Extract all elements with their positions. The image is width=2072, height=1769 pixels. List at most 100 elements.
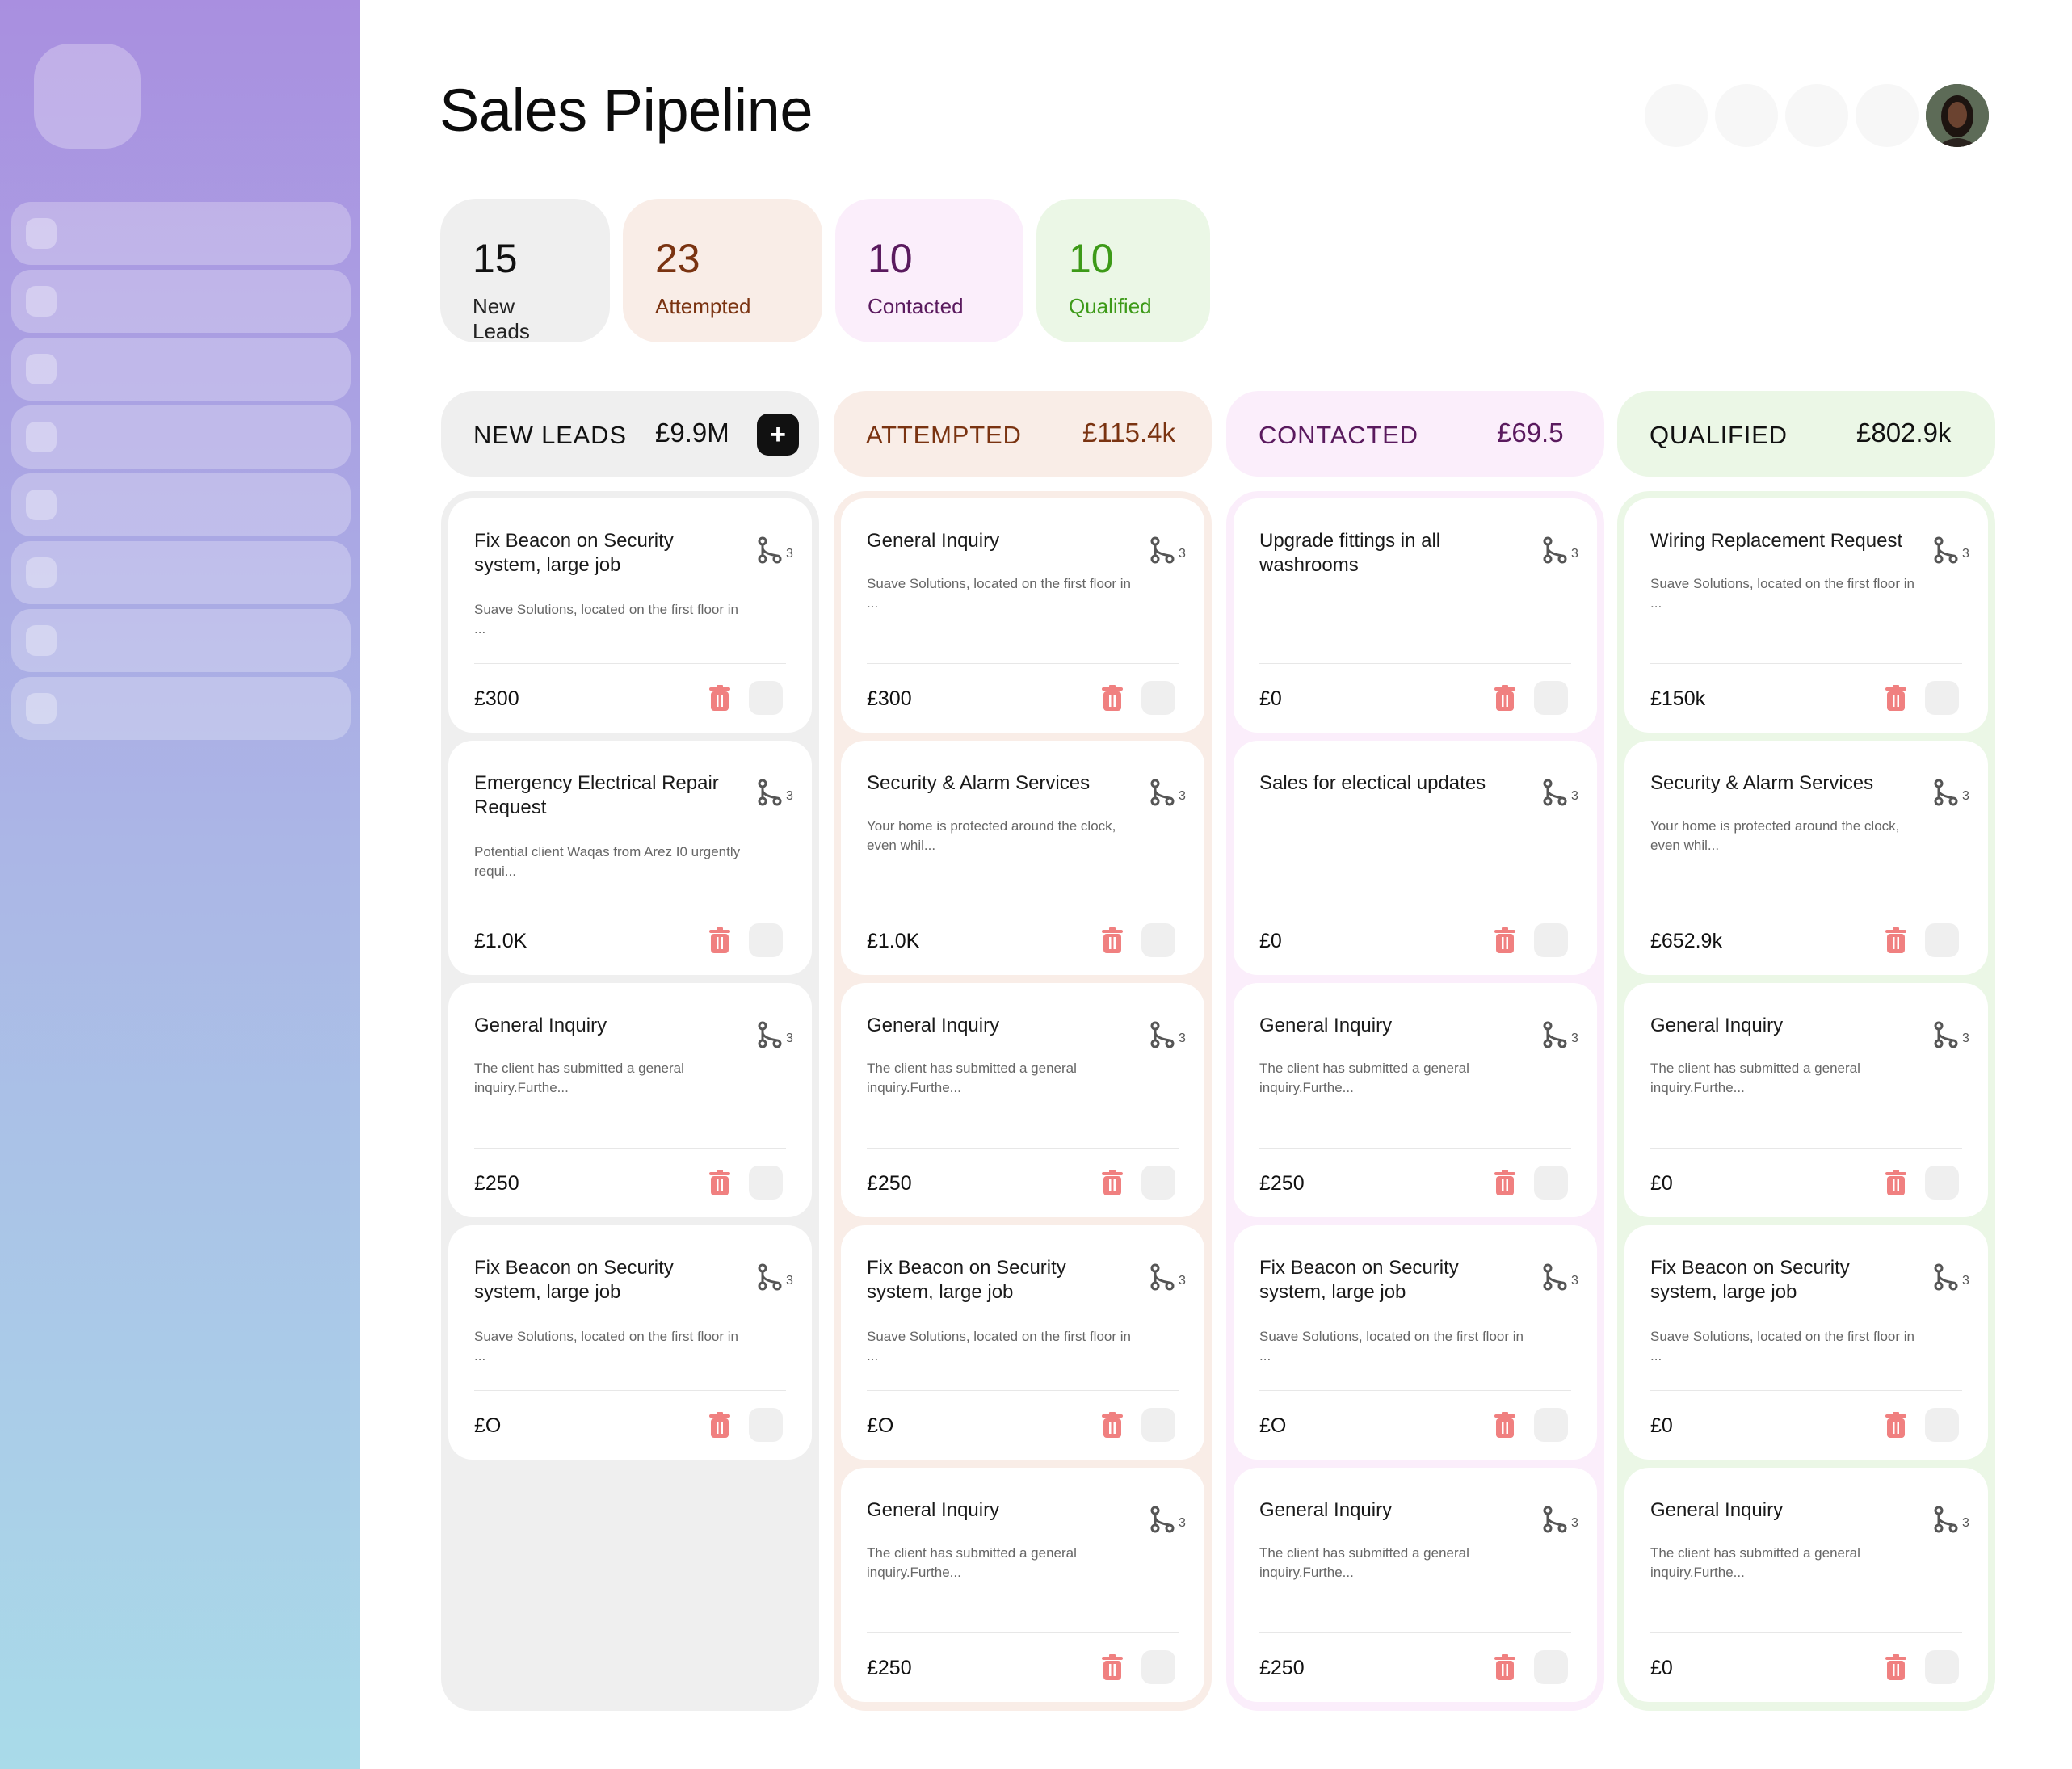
select-checkbox[interactable] — [1141, 923, 1175, 957]
branch-icon[interactable] — [1148, 1263, 1177, 1292]
branch-icon[interactable] — [1540, 1020, 1570, 1049]
lead-card[interactable]: General Inquiry The client has submitted … — [1624, 1468, 1988, 1702]
select-checkbox[interactable] — [1141, 681, 1175, 715]
stat-qualified[interactable]: 10 Qualified — [1036, 199, 1210, 342]
lead-card[interactable]: General Inquiry The client has submitted … — [841, 983, 1204, 1217]
sidebar-item-3[interactable] — [11, 338, 351, 401]
branch-icon[interactable] — [755, 778, 784, 807]
trash-icon[interactable] — [1885, 1170, 1906, 1195]
select-checkbox[interactable] — [1534, 1650, 1568, 1684]
trash-icon[interactable] — [1885, 685, 1906, 711]
stat-contacted[interactable]: 10 Contacted — [835, 199, 1023, 342]
select-checkbox[interactable] — [1925, 1650, 1959, 1684]
trash-icon[interactable] — [1494, 1654, 1515, 1680]
select-checkbox[interactable] — [1925, 1166, 1959, 1200]
branch-icon[interactable] — [1540, 536, 1570, 565]
lead-card[interactable]: Fix Beacon on Security system, large job… — [1234, 1225, 1597, 1460]
branch-icon[interactable] — [1540, 778, 1570, 807]
lead-card[interactable]: Emergency Electrical Repair Request Poten… — [448, 741, 812, 975]
lead-card[interactable]: General Inquiry The client has submitted … — [1624, 983, 1988, 1217]
lead-card[interactable]: General Inquiry The client has submitted … — [1234, 983, 1597, 1217]
header-action-button-2[interactable] — [1715, 84, 1778, 147]
select-checkbox[interactable] — [1925, 1408, 1959, 1442]
branch-icon[interactable] — [1931, 1505, 1961, 1534]
branch-icon[interactable] — [1931, 1263, 1961, 1292]
branch-icon[interactable] — [1931, 778, 1961, 807]
lead-card[interactable]: Wiring Replacement Request Suave Solution… — [1624, 498, 1988, 733]
branch-icon[interactable] — [1931, 1020, 1961, 1049]
branch-icon[interactable] — [755, 1263, 784, 1292]
select-checkbox[interactable] — [1534, 923, 1568, 957]
select-checkbox[interactable] — [749, 681, 783, 715]
trash-icon[interactable] — [1102, 1170, 1123, 1195]
select-checkbox[interactable] — [749, 1408, 783, 1442]
stat-label: Attempted — [655, 294, 751, 318]
select-checkbox[interactable] — [1925, 923, 1959, 957]
trash-icon[interactable] — [1885, 927, 1906, 953]
branch-icon[interactable] — [1148, 1505, 1177, 1534]
header-action-button-3[interactable] — [1785, 84, 1848, 147]
lead-card[interactable]: Sales for electical updates 3 £0 — [1234, 741, 1597, 975]
lead-card[interactable]: Fix Beacon on Security system, large job… — [841, 1225, 1204, 1460]
select-checkbox[interactable] — [749, 1166, 783, 1200]
trash-icon[interactable] — [1885, 1412, 1906, 1438]
lead-card[interactable]: General Inquiry The client has submitted … — [841, 1468, 1204, 1702]
sidebar-item-icon — [26, 286, 57, 317]
lead-card[interactable]: General Inquiry The client has submitted … — [1234, 1468, 1597, 1702]
branch-icon[interactable] — [1148, 1020, 1177, 1049]
sidebar-item-1[interactable] — [11, 202, 351, 265]
branch-icon[interactable] — [1540, 1505, 1570, 1534]
trash-icon[interactable] — [1494, 927, 1515, 953]
branch-icon[interactable] — [755, 536, 784, 565]
select-checkbox[interactable] — [1141, 1408, 1175, 1442]
trash-icon[interactable] — [709, 1412, 730, 1438]
trash-icon[interactable] — [709, 685, 730, 711]
trash-icon[interactable] — [1885, 1654, 1906, 1680]
branch-icon[interactable] — [1148, 778, 1177, 807]
branch-icon[interactable] — [1931, 536, 1961, 565]
column-header-qualified: QUALIFIED £802.9k — [1617, 391, 1995, 477]
sidebar-item-7[interactable] — [11, 609, 351, 672]
column-title: QUALIFIED — [1650, 421, 1788, 449]
branch-icon[interactable] — [755, 1020, 784, 1049]
sidebar-item-6[interactable] — [11, 541, 351, 604]
select-checkbox[interactable] — [749, 923, 783, 957]
branch-icon[interactable] — [1148, 536, 1177, 565]
lead-card[interactable]: General Inquiry The client has submitted … — [448, 983, 812, 1217]
select-checkbox[interactable] — [1141, 1650, 1175, 1684]
select-checkbox[interactable] — [1141, 1166, 1175, 1200]
trash-icon[interactable] — [1494, 1412, 1515, 1438]
sidebar-item-2[interactable] — [11, 270, 351, 333]
lead-card[interactable]: Security & Alarm Services Your home is pr… — [1624, 741, 1988, 975]
lead-card[interactable]: Fix Beacon on Security system, large job… — [448, 1225, 812, 1460]
add-lead-button[interactable]: + — [757, 414, 799, 456]
trash-icon[interactable] — [1102, 685, 1123, 711]
trash-icon[interactable] — [1102, 927, 1123, 953]
trash-icon[interactable] — [1102, 1412, 1123, 1438]
lead-card[interactable]: Fix Beacon on Security system, large job… — [1624, 1225, 1988, 1460]
select-checkbox[interactable] — [1534, 681, 1568, 715]
stat-new-leads[interactable]: 15 New Leads — [440, 199, 610, 343]
lead-card[interactable]: Fix Beacon on Security system, large job… — [448, 498, 812, 733]
lead-card[interactable]: General Inquiry Suave Solutions, located … — [841, 498, 1204, 733]
select-checkbox[interactable] — [1925, 681, 1959, 715]
header-action-button-1[interactable] — [1645, 84, 1708, 147]
select-checkbox[interactable] — [1534, 1166, 1568, 1200]
header-action-button-4[interactable] — [1856, 84, 1919, 147]
trash-icon[interactable] — [709, 927, 730, 953]
trash-icon[interactable] — [1494, 1170, 1515, 1195]
lead-card[interactable]: Security & Alarm Services Your home is pr… — [841, 741, 1204, 975]
stat-attempted[interactable]: 23 Attempted — [623, 199, 822, 342]
trash-icon[interactable] — [1102, 1654, 1123, 1680]
sidebar-item-4[interactable] — [11, 405, 351, 469]
card-divider — [867, 1632, 1179, 1633]
sidebar-item-8[interactable] — [11, 677, 351, 740]
app-logo[interactable] — [34, 44, 141, 149]
trash-icon[interactable] — [709, 1170, 730, 1195]
trash-icon[interactable] — [1494, 685, 1515, 711]
branch-icon[interactable] — [1540, 1263, 1570, 1292]
lead-card[interactable]: Upgrade fittings in all washrooms 3 £0 — [1234, 498, 1597, 733]
avatar[interactable] — [1926, 84, 1989, 147]
select-checkbox[interactable] — [1534, 1408, 1568, 1442]
sidebar-item-5[interactable] — [11, 473, 351, 536]
